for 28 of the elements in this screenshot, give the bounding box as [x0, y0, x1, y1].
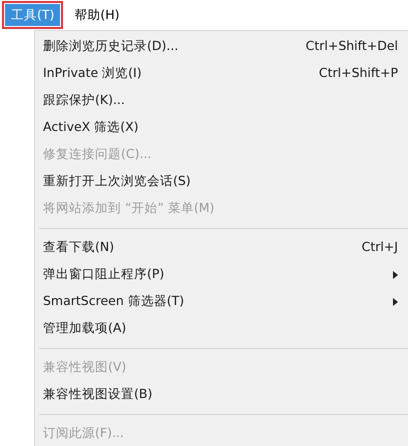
menu-item-label: 跟踪保护(K)... [43, 91, 125, 110]
menu-item-label: SmartScreen 筛选器(T) [43, 292, 184, 310]
menu-item[interactable]: ActiveX 筛选(X) [35, 114, 408, 141]
menu-item-label: InPrivate 浏览(I) [43, 64, 142, 82]
shortcut-label: Ctrl+J [362, 238, 398, 256]
menu-item-label: 修复连接问题(C)... [43, 145, 152, 164]
menu-item-label: 查看下载(N) [43, 238, 114, 256]
menu-item[interactable]: 重新打开上次浏览会话(S) [35, 168, 408, 195]
menu-item-label: 管理加载项(A) [43, 319, 126, 338]
menu-bar-item[interactable]: 帮助(H) [68, 4, 126, 26]
menu-item-label: 删除浏览历史记录(D)... [43, 37, 178, 56]
menu-item[interactable]: SmartScreen 筛选器(T) [35, 288, 408, 315]
menu-item[interactable]: 兼容性视图设置(B) [35, 381, 408, 408]
menu-item-label: 兼容性视图设置(B) [43, 385, 152, 404]
menu-item-label: 弹出窗口阻止程序(P) [43, 265, 164, 284]
shortcut-label: Ctrl+Shift+P [318, 64, 398, 82]
menu-item[interactable]: 查看下载(N) Ctrl+J [35, 234, 408, 261]
menu-item-label: 重新打开上次浏览会话(S) [43, 172, 191, 190]
menu-item[interactable]: 弹出窗口阻止程序(P) [35, 261, 408, 288]
menu-item[interactable]: 跟踪保护(K)... [35, 87, 408, 114]
menu-item[interactable]: InPrivate 浏览(I) Ctrl+Shift+P [35, 60, 408, 87]
menu-item-label: 订阅此源(F)... [43, 424, 124, 442]
menu-item-label: ActiveX 筛选(X) [43, 118, 139, 136]
menu-item-label: 将网站添加到 “开始” 菜单(M) [43, 199, 214, 218]
menu-item-label: 兼容性视图(V) [43, 358, 126, 376]
menu-item[interactable]: 管理加载项(A) [35, 315, 408, 342]
menu-item[interactable]: 删除浏览历史记录(D)... Ctrl+Shift+Del [35, 33, 408, 60]
shortcut-label: Ctrl+Shift+Del [306, 37, 398, 56]
